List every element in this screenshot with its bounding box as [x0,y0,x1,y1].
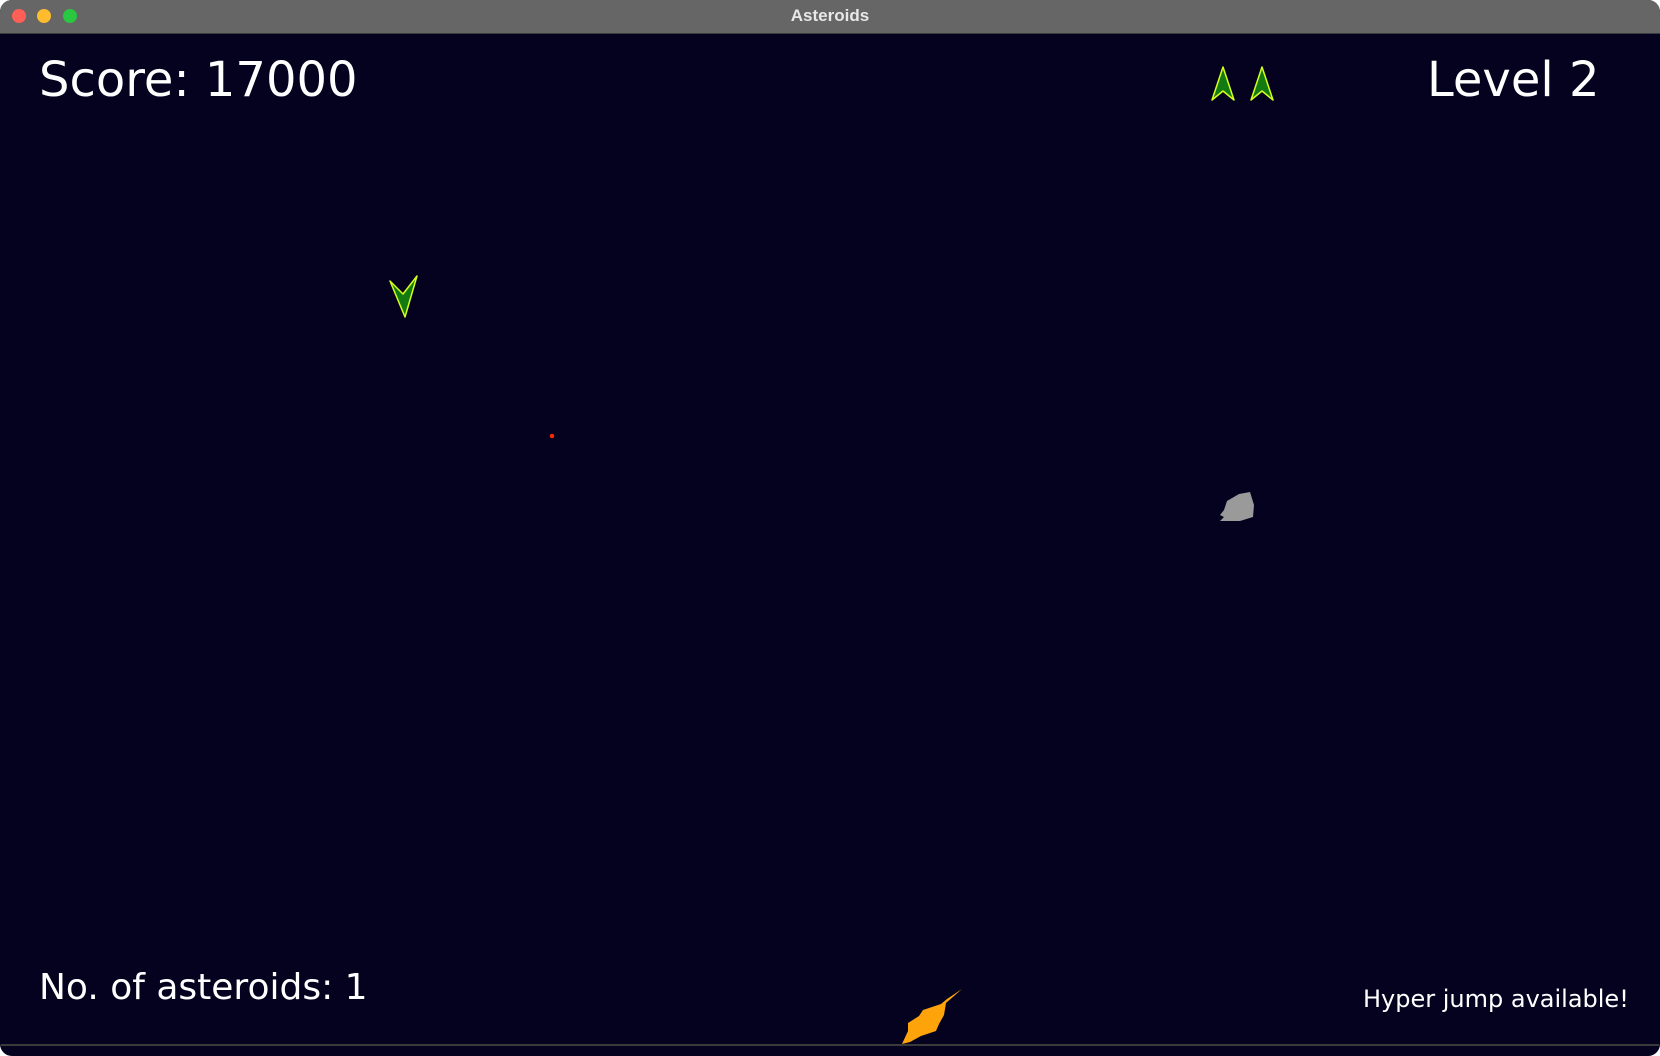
level-display: Level 2 [1427,52,1600,108]
hyper-jump-status: Hyper jump available! [1363,985,1629,1013]
game-canvas[interactable]: Score: 17000 Level 2 No. of asteroids: 1… [1,34,1659,1046]
title-bar: Asteroids [0,0,1660,34]
player-ship-icon [389,275,418,318]
score-display: Score: 17000 [39,52,358,108]
bullet-icon [549,433,555,439]
life-ship-icon [1250,66,1274,101]
window-bottom-edge [1,1044,1659,1046]
game-window: Asteroids Score: 17000 Level 2 No. of as… [0,0,1660,1056]
enemy-ship-icon [902,989,962,1044]
asteroid-icon [1220,492,1254,521]
window-title: Asteroids [790,6,870,25]
life-ship-icon [1211,66,1235,101]
asteroid-count-display: No. of asteroids: 1 [39,967,368,1008]
